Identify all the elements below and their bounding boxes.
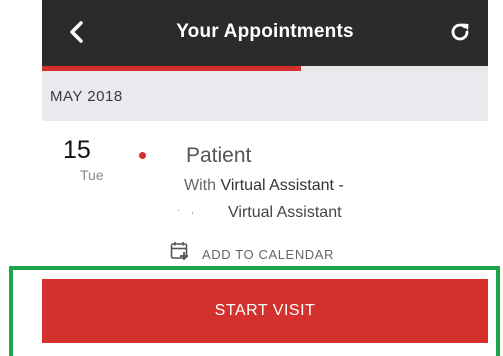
with-prefix: With <box>184 177 216 194</box>
month-label: MAY 2018 <box>50 88 123 105</box>
refresh-icon <box>451 23 469 41</box>
month-section-header: MAY 2018 <box>42 71 488 121</box>
provider-name: Virtual Assistant - <box>220 177 344 194</box>
header-bar: Your Appointments <box>42 0 488 66</box>
calendar-add-icon <box>170 242 188 260</box>
add-to-calendar-label: ADD TO CALENDAR <box>202 246 335 262</box>
appointment-day-number: 15 <box>63 136 91 164</box>
redacted-mark: · , <box>177 205 198 216</box>
refresh-button[interactable] <box>448 20 472 44</box>
page-title: Your Appointments <box>176 21 354 42</box>
appointments-screen: Your Appointments MAY 2018 15 Tue Patien… <box>42 0 488 343</box>
add-to-calendar-button[interactable]: ADD TO CALENDAR <box>170 239 334 263</box>
status-dot <box>139 152 146 159</box>
appointment-day-name: Tue <box>80 167 104 183</box>
appointment-provider-line: With Virtual Assistant - <box>184 177 344 195</box>
start-visit-button[interactable]: START VISIT <box>42 279 488 343</box>
appointment-card[interactable]: 15 Tue Patient With Virtual Assistant - … <box>42 121 488 264</box>
provider-name-line2: Virtual Assistant <box>228 204 342 221</box>
appointment-title: Patient <box>186 144 252 167</box>
